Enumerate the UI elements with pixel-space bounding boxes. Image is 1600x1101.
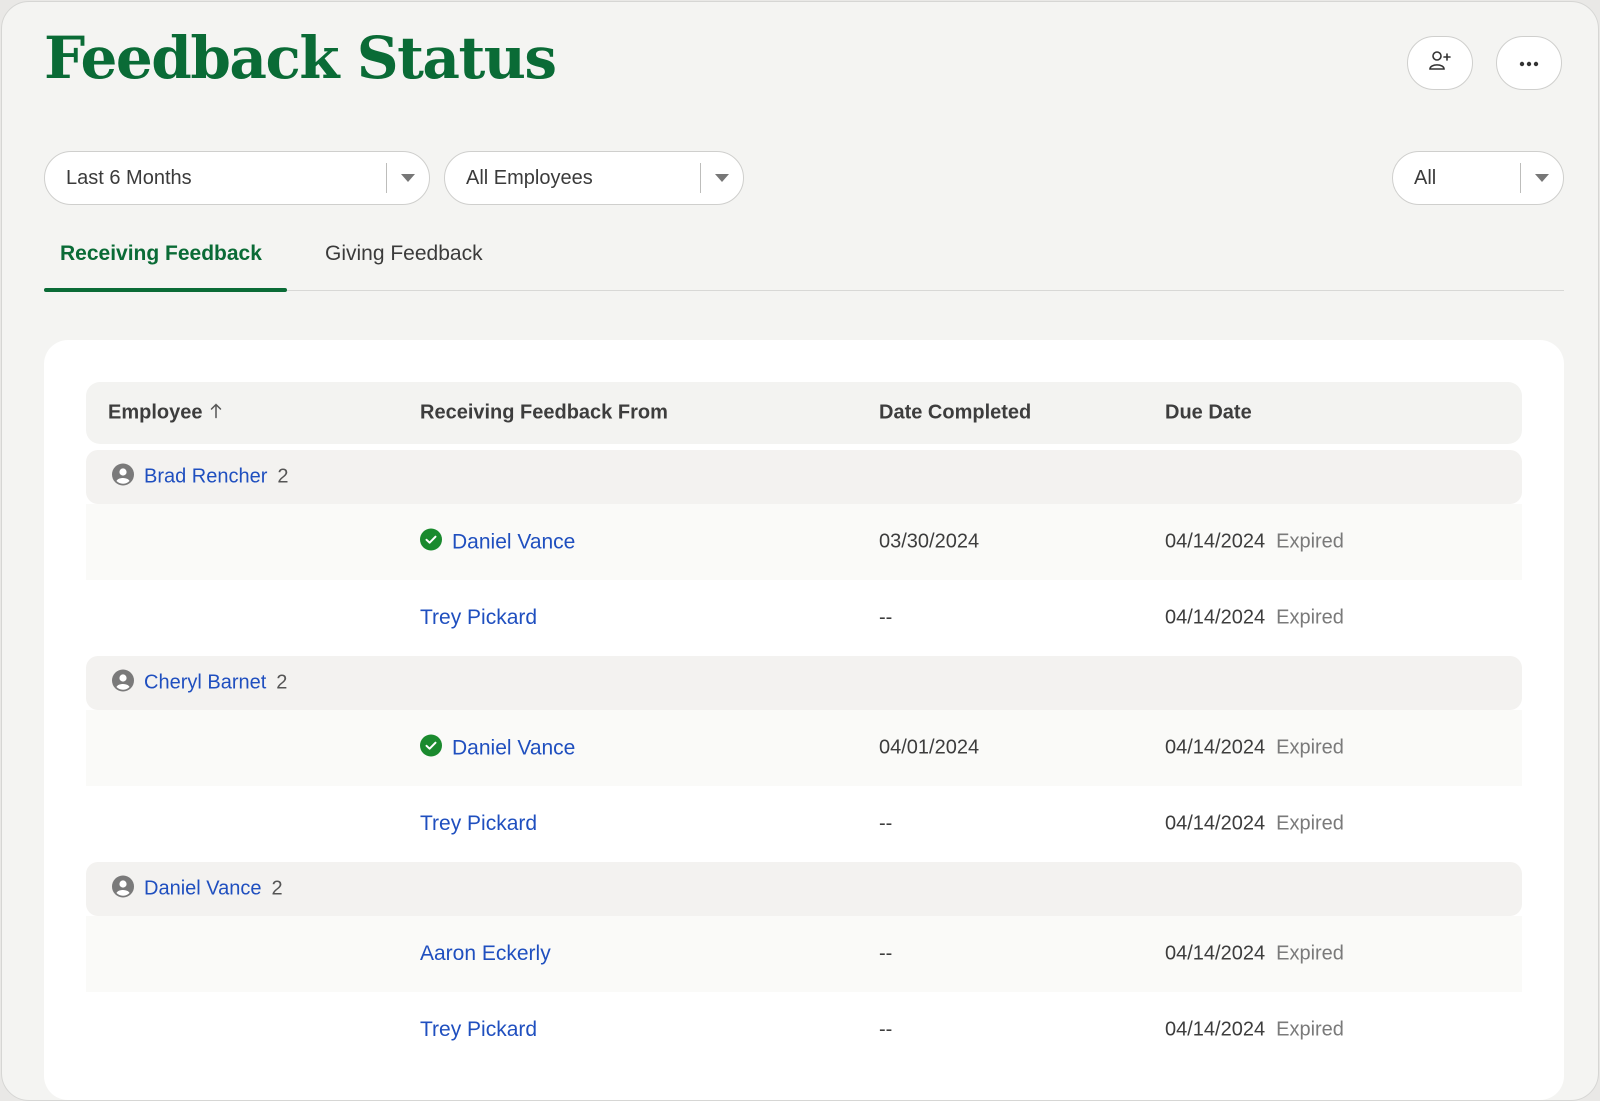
date-completed-cell: -- — [879, 1019, 892, 1042]
app-window: Feedback Status Last 6 Months All Employ… — [1, 1, 1599, 1101]
status-filter-value: All — [1414, 166, 1437, 189]
reviewer-name-link[interactable]: Daniel Vance — [452, 530, 575, 554]
tab-receiving-feedback[interactable]: Receiving Feedback — [60, 242, 262, 266]
active-tab-indicator — [44, 288, 287, 292]
employee-group-row: Brad Rencher 2 — [86, 450, 1522, 504]
table-row: Trey Pickard -- 04/14/2024 Expired — [86, 786, 1522, 862]
date-completed-cell: -- — [879, 943, 892, 966]
due-date-cell: 04/14/2024 Expired — [1165, 607, 1344, 630]
date-completed: -- — [879, 606, 893, 629]
employees-filter-select[interactable]: All Employees — [444, 151, 744, 205]
reviewer-name-link[interactable]: Daniel Vance — [452, 736, 575, 760]
feedback-table: Employee Receiving Feedback From Date Co… — [86, 382, 1522, 1068]
period-filter-select[interactable]: Last 6 Months — [44, 151, 430, 205]
status-label: Expired — [1276, 942, 1344, 965]
date-completed-cell: -- — [879, 607, 892, 630]
column-header-receiving-from[interactable]: Receiving Feedback From — [420, 402, 668, 425]
employee-cell: Daniel Vance 2 — [108, 875, 283, 903]
due-date: 04/14/2024 — [1165, 736, 1266, 759]
employees-filter-value: All Employees — [466, 166, 593, 189]
check-circle-icon — [420, 528, 442, 556]
receiving-from-cell: Daniel Vance — [420, 528, 575, 556]
page-title: Feedback Status — [44, 24, 557, 92]
date-completed: -- — [879, 1018, 893, 1041]
date-completed: 04/01/2024 — [879, 736, 980, 759]
receiving-from-cell: Trey Pickard — [420, 606, 537, 630]
feedback-count: 2 — [271, 877, 283, 900]
date-completed: 03/30/2024 — [879, 530, 980, 553]
due-date: 04/14/2024 — [1165, 1018, 1266, 1041]
tab-giving-feedback[interactable]: Giving Feedback — [325, 242, 483, 266]
due-date: 04/14/2024 — [1165, 530, 1266, 553]
avatar-icon — [112, 669, 134, 697]
reviewer-name-link[interactable]: Trey Pickard — [420, 812, 537, 836]
table-row: Daniel Vance 03/30/2024 04/14/2024 Expir… — [86, 504, 1522, 580]
employee-name-link[interactable]: Cheryl Barnet — [144, 672, 266, 695]
date-completed-cell: 03/30/2024 — [879, 531, 979, 554]
status-label: Expired — [1276, 1018, 1344, 1041]
avatar-icon — [112, 875, 134, 903]
more-horizontal-icon — [1519, 54, 1539, 72]
status-label: Expired — [1276, 812, 1344, 835]
reviewer-name-link[interactable]: Aaron Eckerly — [420, 942, 551, 966]
reviewer-name-link[interactable]: Trey Pickard — [420, 1018, 537, 1042]
employee-name-link[interactable]: Brad Rencher — [144, 466, 267, 489]
receiving-from-cell: Trey Pickard — [420, 1018, 537, 1042]
table-row: Trey Pickard -- 04/14/2024 Expired — [86, 992, 1522, 1068]
reviewer-name-link[interactable]: Trey Pickard — [420, 606, 537, 630]
employee-name-link[interactable]: Daniel Vance — [144, 878, 261, 901]
table-row: Daniel Vance 04/01/2024 04/14/2024 Expir… — [86, 710, 1522, 786]
date-completed: -- — [879, 812, 893, 835]
employee-group-row: Daniel Vance 2 — [86, 862, 1522, 916]
user-plus-icon — [1428, 50, 1452, 77]
chevron-down-icon — [701, 174, 743, 182]
date-completed: -- — [879, 942, 893, 965]
employee-group-row: Cheryl Barnet 2 — [86, 656, 1522, 710]
sort-ascending-icon[interactable] — [210, 403, 222, 424]
due-date-cell: 04/14/2024 Expired — [1165, 813, 1344, 836]
add-user-button[interactable] — [1407, 36, 1473, 90]
feedback-count: 2 — [277, 465, 289, 488]
due-date-cell: 04/14/2024 Expired — [1165, 737, 1344, 760]
column-header-date-completed[interactable]: Date Completed — [879, 402, 1031, 425]
receiving-from-cell: Trey Pickard — [420, 812, 537, 836]
avatar-icon — [112, 463, 134, 491]
status-label: Expired — [1276, 530, 1344, 553]
employee-cell: Brad Rencher 2 — [108, 463, 289, 491]
column-header-due-date[interactable]: Due Date — [1165, 402, 1252, 425]
due-date: 04/14/2024 — [1165, 812, 1266, 835]
due-date: 04/14/2024 — [1165, 942, 1266, 965]
more-options-button[interactable] — [1496, 36, 1562, 90]
status-label: Expired — [1276, 606, 1344, 629]
due-date-cell: 04/14/2024 Expired — [1165, 531, 1344, 554]
date-completed-cell: -- — [879, 813, 892, 836]
feedback-table-card: Employee Receiving Feedback From Date Co… — [44, 340, 1564, 1100]
period-filter-value: Last 6 Months — [66, 166, 192, 189]
receiving-from-cell: Daniel Vance — [420, 734, 575, 762]
due-date: 04/14/2024 — [1165, 606, 1266, 629]
receiving-from-cell: Aaron Eckerly — [420, 942, 551, 966]
feedback-tabs: Receiving Feedback Giving Feedback — [44, 234, 1564, 292]
check-circle-icon — [420, 734, 442, 762]
table-row: Trey Pickard -- 04/14/2024 Expired — [86, 580, 1522, 656]
table-row: Aaron Eckerly -- 04/14/2024 Expired — [86, 916, 1522, 992]
feedback-count: 2 — [276, 671, 288, 694]
date-completed-cell: 04/01/2024 — [879, 737, 979, 760]
column-header-employee[interactable]: Employee — [108, 402, 222, 425]
chevron-down-icon — [1521, 174, 1563, 182]
status-filter-select[interactable]: All — [1392, 151, 1564, 205]
due-date-cell: 04/14/2024 Expired — [1165, 943, 1344, 966]
table-header-row: Employee Receiving Feedback From Date Co… — [86, 382, 1522, 444]
status-label: Expired — [1276, 736, 1344, 759]
employee-cell: Cheryl Barnet 2 — [108, 669, 288, 697]
due-date-cell: 04/14/2024 Expired — [1165, 1019, 1344, 1042]
table-body: Brad Rencher 2 Daniel Vance 03/30/2024 0… — [86, 450, 1522, 1068]
chevron-down-icon — [387, 174, 429, 182]
